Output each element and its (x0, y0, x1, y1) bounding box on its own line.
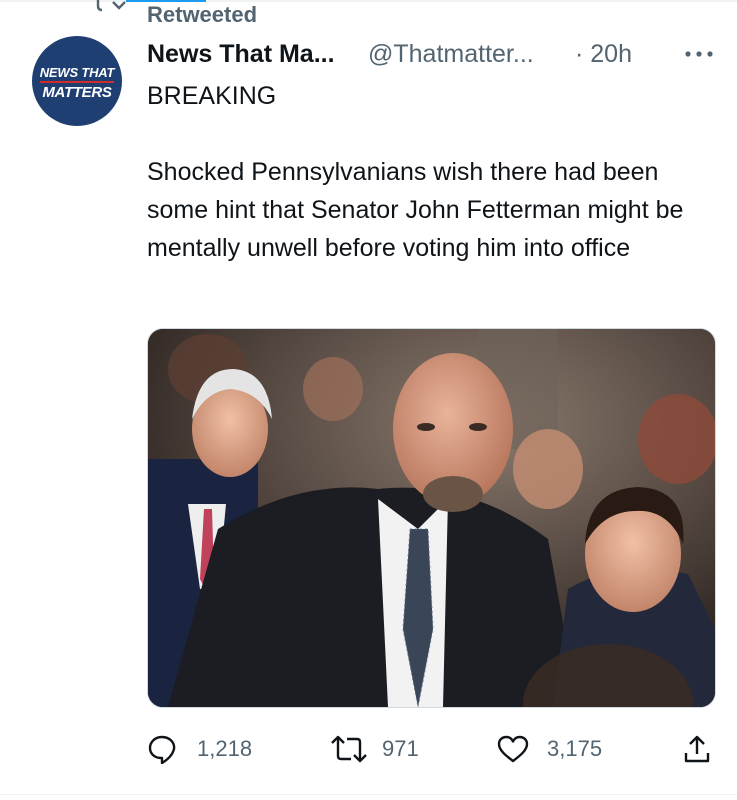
retweet-icon (331, 735, 367, 763)
retweet-count: 971 (382, 736, 419, 761)
display-name[interactable]: News That Ma... (147, 40, 335, 69)
share-icon (684, 735, 710, 763)
more-dots-icon[interactable] (680, 36, 720, 72)
heart-icon (497, 735, 529, 763)
tweet-headline: BREAKING (147, 82, 277, 110)
retweet-icon (92, 0, 126, 14)
avatar-text-bottom: MATTERS (42, 84, 112, 101)
tweet-photo[interactable] (147, 328, 716, 708)
avatar-stripe (40, 81, 114, 83)
bottom-divider (0, 794, 737, 795)
like-count: 3,175 (547, 736, 603, 761)
timestamp[interactable]: · 20h (575, 40, 632, 69)
reply-count: 1,218 (197, 736, 253, 761)
retweet-banner: Retweeted (0, 0, 737, 28)
action-bar: 1,218 971 3,175 (0, 728, 737, 768)
tweet-header: News That Ma... @Thatmatter... · 20h (147, 36, 717, 72)
retweeted-label: Retweeted (147, 2, 258, 27)
avatar[interactable]: NEWS THAT MATTERS (32, 36, 122, 126)
avatar-text-top: NEWS THAT (39, 65, 115, 80)
user-handle[interactable]: @Thatmatter... (368, 40, 534, 69)
reply-icon (148, 735, 176, 764)
tweet-text: Shocked Pennsylvanians wish there had be… (147, 158, 684, 262)
